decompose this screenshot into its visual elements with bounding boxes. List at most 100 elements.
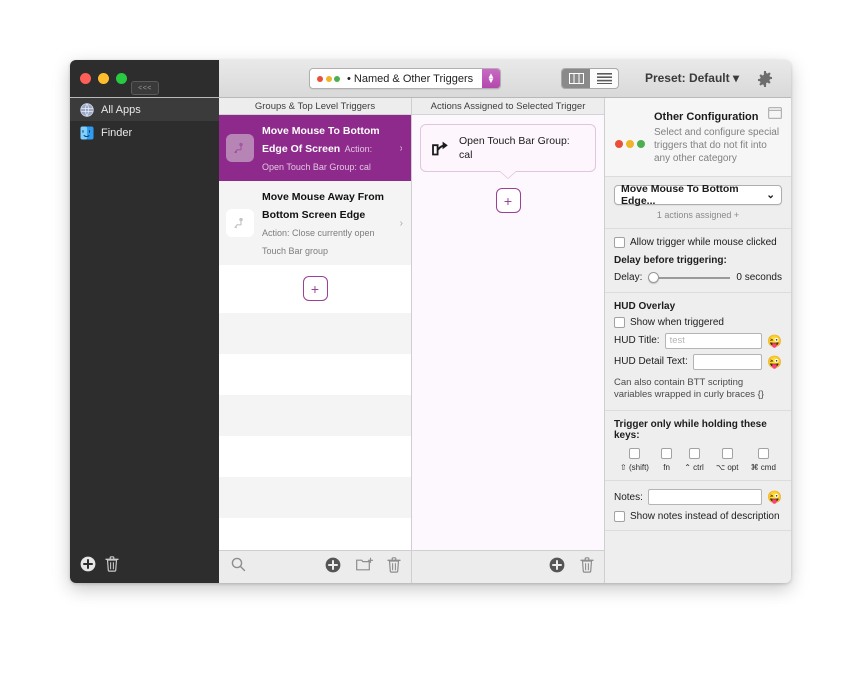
fn-checkbox[interactable] <box>661 448 673 460</box>
show-notes-checkbox[interactable] <box>614 511 625 523</box>
modifier-opt[interactable]: ⌥ opt <box>716 448 738 472</box>
panel-description: Select and configure special triggers th… <box>654 127 780 165</box>
empty-row <box>219 395 411 436</box>
window-titlebar: <<< • Named & Other Triggers ▲ ▼ Preset:… <box>70 60 791 98</box>
actions-column-footer <box>412 550 604 583</box>
search-icon[interactable] <box>231 557 246 577</box>
hud-show-checkbox-row[interactable]: Show when triggered <box>614 316 782 328</box>
hud-detail-emoji-button[interactable]: 😜 <box>767 356 782 368</box>
modifier-cmd[interactable]: ⌘ cmd <box>751 448 776 472</box>
gear-icon[interactable] <box>757 71 773 87</box>
sidebar-footer <box>70 550 219 583</box>
sidebar-item-label: Finder <box>101 126 133 139</box>
all-apps-icon <box>80 102 94 117</box>
action-title: Open Touch Bar Group: <box>459 135 570 147</box>
modifier-ctrl[interactable]: ⌃ ctrl <box>684 448 704 472</box>
modifier-section-title: Trigger only while holding these keys: <box>614 419 767 442</box>
hud-title-row: HUD Title: test 😜 <box>614 332 782 349</box>
notes-input[interactable] <box>647 489 763 506</box>
show-notes-checkbox-row[interactable]: Show notes instead of description <box>614 511 782 523</box>
empty-row <box>219 518 411 550</box>
columns-view-segment[interactable] <box>562 69 590 88</box>
groups-list[interactable]: Move Mouse To Bottom Edge Of Screen Acti… <box>219 115 411 550</box>
sidebar-item-finder[interactable]: Finder <box>70 121 219 144</box>
empty-rows <box>219 313 411 550</box>
delay-label: Delay: <box>614 272 643 284</box>
empty-row <box>219 354 411 395</box>
app-list: All Apps Finder <box>70 98 219 550</box>
delete-app-button[interactable] <box>105 556 119 577</box>
list-view-icon <box>596 73 612 84</box>
add-group-button[interactable] <box>325 557 341 578</box>
empty-row <box>219 436 411 477</box>
notes-row: Notes: 😜 <box>614 489 782 506</box>
minimize-button[interactable] <box>98 73 109 84</box>
trigger-category-popup[interactable]: • Named & Other Triggers ▲ ▼ <box>309 68 501 89</box>
notes-emoji-button[interactable]: 😜 <box>767 491 782 503</box>
hud-title-label: HUD Title: <box>614 335 660 347</box>
modifier-fn[interactable]: fn <box>661 448 673 473</box>
actions-assigned-label[interactable]: 1 actions assigned + <box>614 210 782 220</box>
mouse-trigger-icon <box>226 209 254 237</box>
hud-show-checkbox[interactable] <box>614 316 625 328</box>
notes-label: Notes: <box>614 491 643 503</box>
preset-menu[interactable]: Preset: Default ▾ <box>645 71 739 85</box>
allow-click-checkbox[interactable] <box>614 236 625 248</box>
hud-section-title: HUD Overlay <box>614 300 676 312</box>
list-view-segment[interactable] <box>590 69 618 88</box>
traffic-lights <box>80 73 127 84</box>
action-text: Open Touch Bar Group: cal <box>459 134 570 162</box>
panel-title: Other Configuration <box>654 111 759 123</box>
fn-label: fn <box>663 463 670 473</box>
trigger-row-selected[interactable]: Move Mouse To Bottom Edge Of Screen Acti… <box>219 115 411 181</box>
show-notes-label: Show notes instead of description <box>630 511 780 523</box>
configuration-panel: Other Configuration Select and configure… <box>605 98 791 583</box>
add-trigger-zone: + <box>219 265 411 313</box>
btt-main-window: <<< • Named & Other Triggers ▲ ▼ Preset:… <box>70 60 791 583</box>
hud-title-emoji-button[interactable]: 😜 <box>767 335 782 347</box>
delete-action-button[interactable] <box>580 556 594 578</box>
delay-value: 0 seconds <box>736 272 782 284</box>
empty-row <box>219 313 411 354</box>
hud-detail-input[interactable] <box>692 353 763 370</box>
add-app-button[interactable] <box>80 556 96 577</box>
mouse-trigger-icon <box>226 134 254 162</box>
modifier-shift[interactable]: ⇧ (shift) <box>620 448 649 472</box>
window-body: All Apps Finder Groups & Top Level Trigg… <box>70 98 791 583</box>
view-mode-segmented-control[interactable] <box>561 68 619 89</box>
delay-section: Allow trigger while mouse clicked Delay … <box>605 228 791 293</box>
hud-title-input[interactable]: test <box>664 332 763 349</box>
add-action-footer-button[interactable] <box>549 557 565 578</box>
delete-group-button[interactable] <box>387 556 401 578</box>
opt-checkbox[interactable] <box>721 448 733 460</box>
zoom-button[interactable] <box>116 73 127 84</box>
add-action-button[interactable]: + <box>495 188 521 214</box>
collapse-sidebar-button[interactable]: <<< <box>131 81 159 95</box>
add-action-zone: + <box>420 188 596 214</box>
action-card[interactable]: Open Touch Bar Group: cal <box>420 124 596 179</box>
add-trigger-button[interactable]: + <box>302 276 328 301</box>
trigger-title: Move Mouse Away From Bottom Screen Edge <box>262 191 384 221</box>
trigger-select[interactable]: Move Mouse To Bottom Edge... ⌄ <box>614 183 782 207</box>
stepper-icon[interactable]: ▲ ▼ <box>482 69 500 88</box>
allow-click-checkbox-row[interactable]: Allow trigger while mouse clicked <box>614 236 782 248</box>
trigger-row[interactable]: Move Mouse Away From Bottom Screen Edge … <box>219 181 411 265</box>
ctrl-checkbox[interactable] <box>688 448 700 460</box>
close-button[interactable] <box>80 73 91 84</box>
sidebar-item-all-apps[interactable]: All Apps <box>70 98 219 121</box>
category-dots-icon <box>317 75 340 82</box>
actions-column-header: Actions Assigned to Selected Trigger <box>412 98 604 115</box>
hud-overlay-section: HUD Overlay Show when triggered HUD Titl… <box>605 292 791 412</box>
columns-view-icon <box>568 73 584 84</box>
shift-checkbox[interactable] <box>629 448 641 460</box>
ctrl-label: ⌃ ctrl <box>684 463 704 473</box>
new-folder-icon[interactable] <box>356 557 374 577</box>
actions-list[interactable]: Open Touch Bar Group: cal + <box>412 115 604 550</box>
slider-knob[interactable] <box>648 271 660 283</box>
slider-track <box>648 276 731 279</box>
cmd-checkbox[interactable] <box>757 448 769 460</box>
delay-slider[interactable] <box>648 271 731 284</box>
chevron-right-icon: › <box>399 142 403 154</box>
window-icon[interactable] <box>768 106 783 120</box>
panel-empty-area <box>605 531 791 583</box>
